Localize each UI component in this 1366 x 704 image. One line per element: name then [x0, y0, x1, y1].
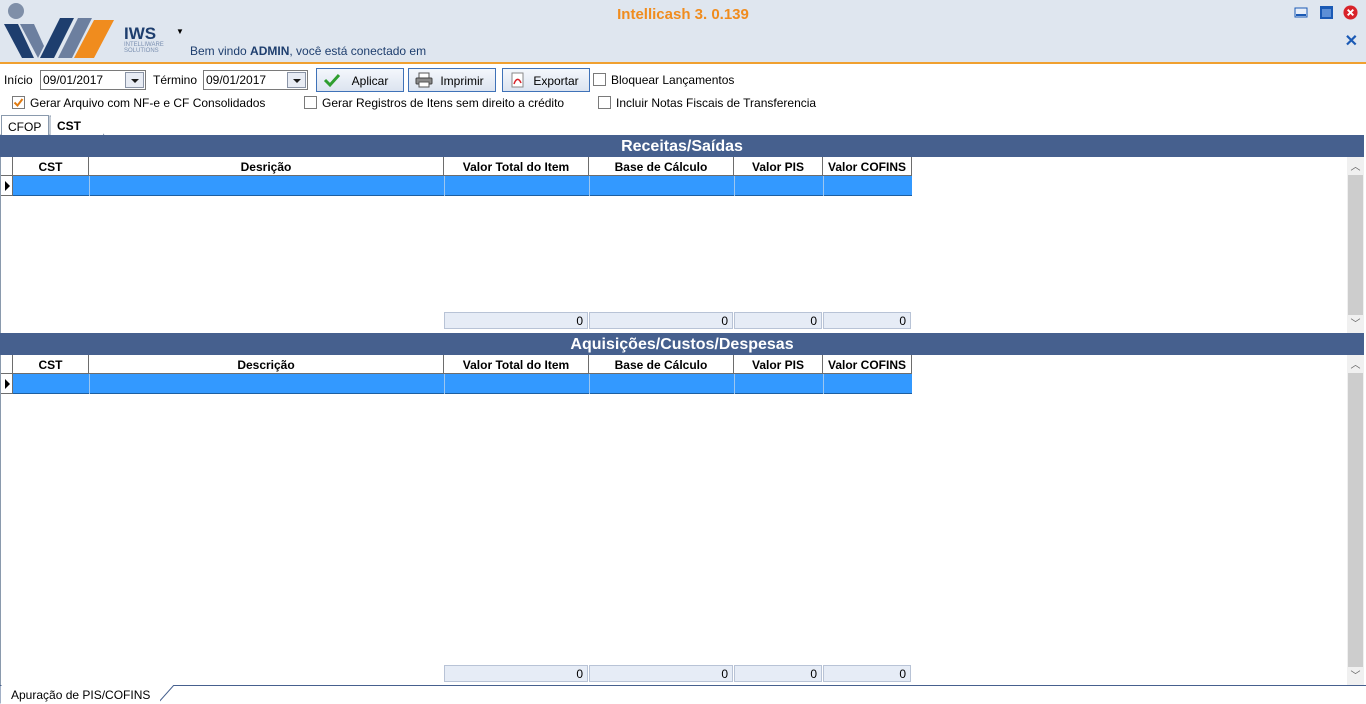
total-valor-cofins: 0	[823, 312, 911, 329]
vertical-scrollbar[interactable]: ︿ ﹀	[1347, 355, 1364, 685]
welcome-suffix: , você está conectado em	[289, 44, 427, 58]
welcome-user: ADMIN	[250, 44, 290, 58]
receitas-title: Receitas/Saídas	[0, 135, 1364, 157]
minimize-icon[interactable]	[1294, 5, 1309, 20]
column-header[interactable]: Valor COFINS	[823, 157, 912, 176]
total-valor-cofins: 0	[823, 665, 911, 682]
total-valor-pis: 0	[734, 665, 822, 682]
incluir-notas-checkbox[interactable]	[598, 96, 611, 109]
tab-apuracao[interactable]: Apuração de PIS/COFINS	[1, 686, 161, 704]
tab-strip: CFOP CST	[0, 115, 1366, 136]
cell-separator	[589, 176, 590, 196]
incluir-notas-label: Incluir Notas Fiscais de Transferencia	[616, 96, 817, 110]
termino-label: Término	[153, 73, 198, 87]
pdf-icon	[511, 72, 524, 88]
termino-date-value: 09/01/2017	[206, 73, 267, 87]
menu-dropdown-icon[interactable]: ▼	[176, 27, 184, 36]
column-header[interactable]: Base de Cálculo	[589, 355, 734, 374]
cell-separator	[823, 374, 824, 394]
exportar-button[interactable]: Exportar	[502, 68, 590, 92]
gerar-registros-checkbox[interactable]	[304, 96, 317, 109]
cell-separator	[444, 374, 445, 394]
close-window-icon[interactable]	[1343, 5, 1358, 20]
aquisicoes-grid: CST Descrição Valor Total do Item Base d…	[0, 355, 1364, 685]
bloquear-checkbox[interactable]	[593, 73, 606, 86]
column-header[interactable]: Valor Total do Item	[444, 355, 589, 374]
scroll-down-icon[interactable]: ﹀	[1347, 315, 1364, 332]
total-base-calculo: 0	[589, 312, 733, 329]
column-header[interactable]: Descrição	[89, 355, 444, 374]
options-row: Gerar Arquivo com NF-e e CF Consolidados…	[0, 94, 1366, 112]
scroll-up-icon[interactable]: ︿	[1347, 356, 1364, 373]
gerar-registros-label: Gerar Registros de Itens sem direito a c…	[322, 96, 565, 110]
cell-separator	[823, 176, 824, 196]
total-valor-pis: 0	[734, 312, 822, 329]
aquisicoes-title: Aquisições/Custos/Despesas	[0, 333, 1364, 355]
cell-separator	[734, 176, 735, 196]
receitas-grid: CST Desrição Valor Total do Item Base de…	[0, 157, 1364, 333]
scrollbar-thumb[interactable]	[1348, 373, 1363, 667]
gerar-arquivo-label: Gerar Arquivo com NF-e e CF Consolidados	[30, 96, 266, 110]
scroll-up-icon[interactable]: ︿	[1347, 158, 1364, 175]
cell-separator	[89, 176, 90, 196]
welcome-message: Bem vindo ADMIN, você está conectado em	[190, 44, 426, 58]
table-row[interactable]	[13, 374, 912, 394]
inicio-date-value: 09/01/2017	[43, 73, 104, 87]
logo-subtext: INTELLIWARE SOLUTIONS	[124, 42, 164, 54]
aplicar-button[interactable]: Aplicar	[316, 68, 404, 92]
tab-cfop[interactable]: CFOP	[1, 115, 49, 135]
column-header[interactable]: Valor Total do Item	[444, 157, 589, 176]
gerar-arquivo-checkbox[interactable]	[12, 96, 25, 109]
column-header[interactable]: CST	[13, 157, 89, 176]
cell-separator	[89, 374, 90, 394]
filter-toolbar: Início 09/01/2017 Término 09/01/2017 Apl…	[0, 68, 1366, 92]
cell-separator	[734, 374, 735, 394]
column-header[interactable]: CST	[13, 355, 89, 374]
bottom-tab-strip: Apuração de PIS/COFINS	[0, 685, 1366, 704]
row-indicator-icon	[1, 176, 13, 196]
row-indicator-header	[1, 157, 13, 176]
logo-text: IWS	[124, 24, 157, 43]
column-header[interactable]: Valor COFINS	[823, 355, 912, 374]
printer-icon	[415, 72, 433, 88]
app-title: Intellicash 3. 0.139	[617, 6, 749, 23]
total-valor-item: 0	[444, 312, 588, 329]
tab-cst[interactable]: CST	[51, 115, 103, 135]
inicio-label: Início	[4, 73, 33, 87]
row-indicator-header	[1, 355, 13, 374]
vertical-scrollbar[interactable]: ︿ ﹀	[1347, 157, 1364, 333]
inicio-date-field[interactable]: 09/01/2017	[40, 70, 146, 90]
total-base-calculo: 0	[589, 665, 733, 682]
scrollbar-thumb[interactable]	[1348, 175, 1363, 315]
column-header[interactable]: Base de Cálculo	[589, 157, 734, 176]
column-header[interactable]: Valor PIS	[734, 157, 823, 176]
check-icon	[323, 73, 341, 88]
cell-separator	[589, 374, 590, 394]
cell-separator	[444, 176, 445, 196]
maximize-icon[interactable]	[1319, 5, 1334, 20]
app-header: IWS INTELLIWARE SOLUTIONS ▼ Bem vindo AD…	[0, 0, 1366, 64]
close-form-icon[interactable]: ✕	[1345, 31, 1358, 51]
inicio-calendar-dropdown-icon[interactable]	[125, 72, 144, 88]
welcome-prefix: Bem vindo	[190, 44, 251, 58]
total-valor-item: 0	[444, 665, 588, 682]
column-header[interactable]: Valor PIS	[734, 355, 823, 374]
bloquear-label: Bloquear Lançamentos	[611, 73, 735, 87]
imprimir-button[interactable]: Imprimir	[408, 68, 496, 92]
termino-calendar-dropdown-icon[interactable]	[287, 72, 306, 88]
scroll-down-icon[interactable]: ﹀	[1347, 667, 1364, 684]
row-indicator-icon	[1, 374, 13, 394]
table-row[interactable]	[13, 176, 912, 196]
termino-date-field[interactable]: 09/01/2017	[203, 70, 308, 90]
checkmark-icon	[13, 98, 24, 108]
column-header[interactable]: Desrição	[89, 157, 444, 176]
